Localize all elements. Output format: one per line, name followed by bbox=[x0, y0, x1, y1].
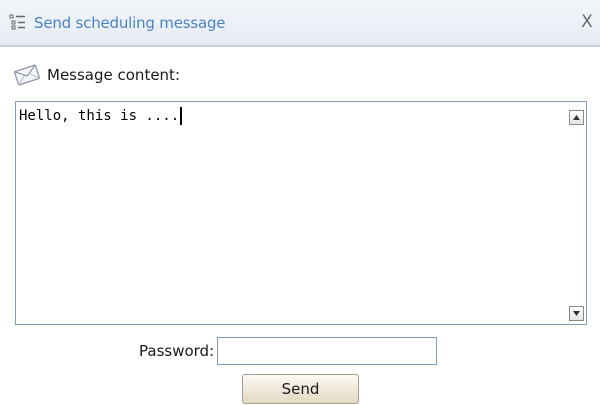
list-icon bbox=[9, 13, 27, 31]
text-caret bbox=[180, 107, 183, 125]
envelope-icon bbox=[13, 63, 41, 87]
close-icon[interactable]: X bbox=[578, 12, 596, 32]
send-button[interactable]: Send bbox=[242, 374, 359, 404]
password-row: Password: bbox=[139, 336, 438, 366]
arrow-down-icon[interactable] bbox=[569, 306, 584, 321]
message-text-area[interactable]: Hello, this is .... bbox=[19, 107, 183, 125]
message-text: Hello, this is .... bbox=[19, 108, 180, 124]
send-scheduling-message-dialog: Send scheduling message X Message conten… bbox=[0, 0, 600, 405]
arrow-up-icon[interactable] bbox=[569, 110, 584, 125]
password-input[interactable] bbox=[217, 337, 438, 365]
dialog-titlebar[interactable]: Send scheduling message X bbox=[0, 0, 600, 47]
message-label-row: Message content: bbox=[13, 62, 180, 88]
textarea-scrollbar[interactable] bbox=[567, 102, 586, 324]
message-content-label: Message content: bbox=[47, 66, 180, 84]
message-content-textarea[interactable]: Hello, this is .... bbox=[15, 101, 587, 325]
dialog-title: Send scheduling message bbox=[34, 14, 226, 32]
password-label: Password: bbox=[139, 342, 215, 360]
